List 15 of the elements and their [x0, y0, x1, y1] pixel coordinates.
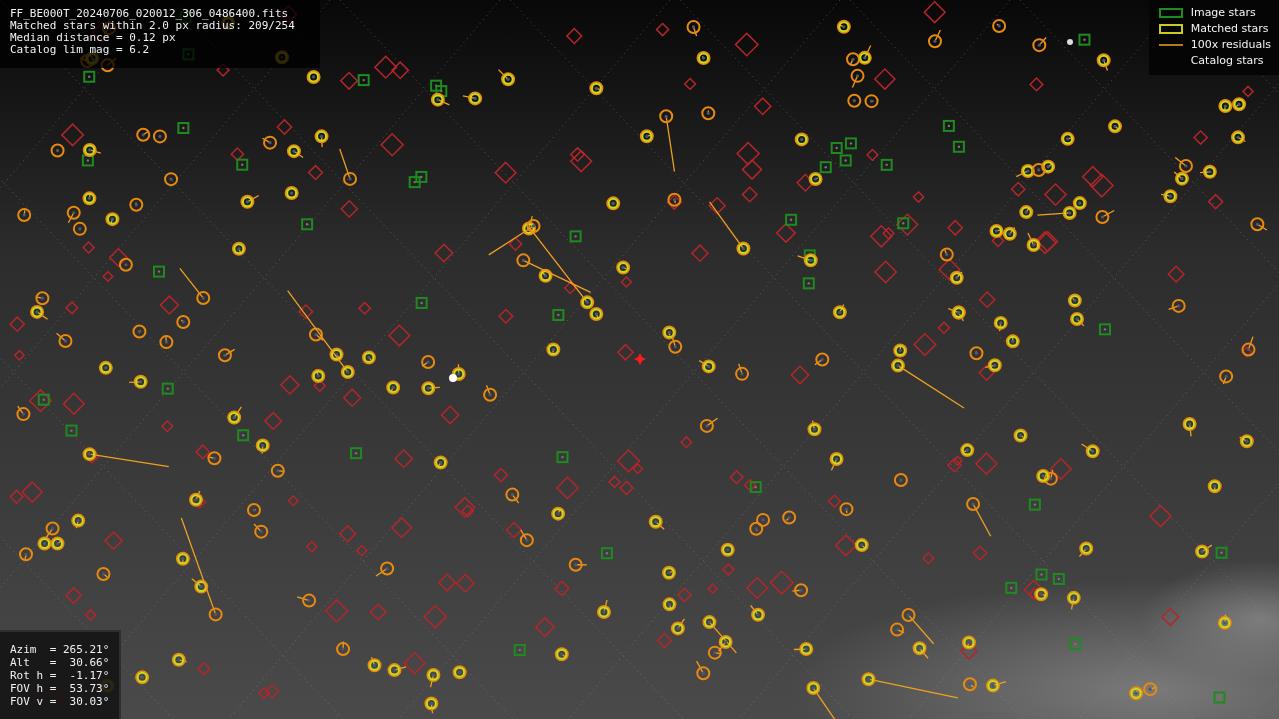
- info-text: FF_BE000T_20240706_020012_306_0486400.fits: [10, 8, 290, 20]
- frame-icon: [1158, 22, 1183, 35]
- pointing-text: Azim = 265.21°: [10, 644, 111, 656]
- pointing-text: Alt = 30.66°: [10, 657, 111, 669]
- legend-label: 100x residuals: [1190, 38, 1271, 51]
- info-text: Catalog lim mag = 6.2: [10, 44, 151, 56]
- legend-label: Matched stars: [1190, 22, 1269, 35]
- legend-label: Catalog stars: [1190, 54, 1264, 67]
- pointing-text: FOV v = 30.03°: [10, 696, 111, 708]
- pointing-text: Rot h = -1.17°: [10, 670, 111, 682]
- info-text: Matched stars within 2.0 px radius: 209/254: [10, 20, 296, 32]
- legend-label: Image stars: [1190, 6, 1256, 19]
- square-frame-icon: [1158, 6, 1183, 19]
- info-text: Median distance = 0.12 px: [10, 32, 177, 44]
- pointing-text: FOV h = 53.73°: [10, 683, 111, 695]
